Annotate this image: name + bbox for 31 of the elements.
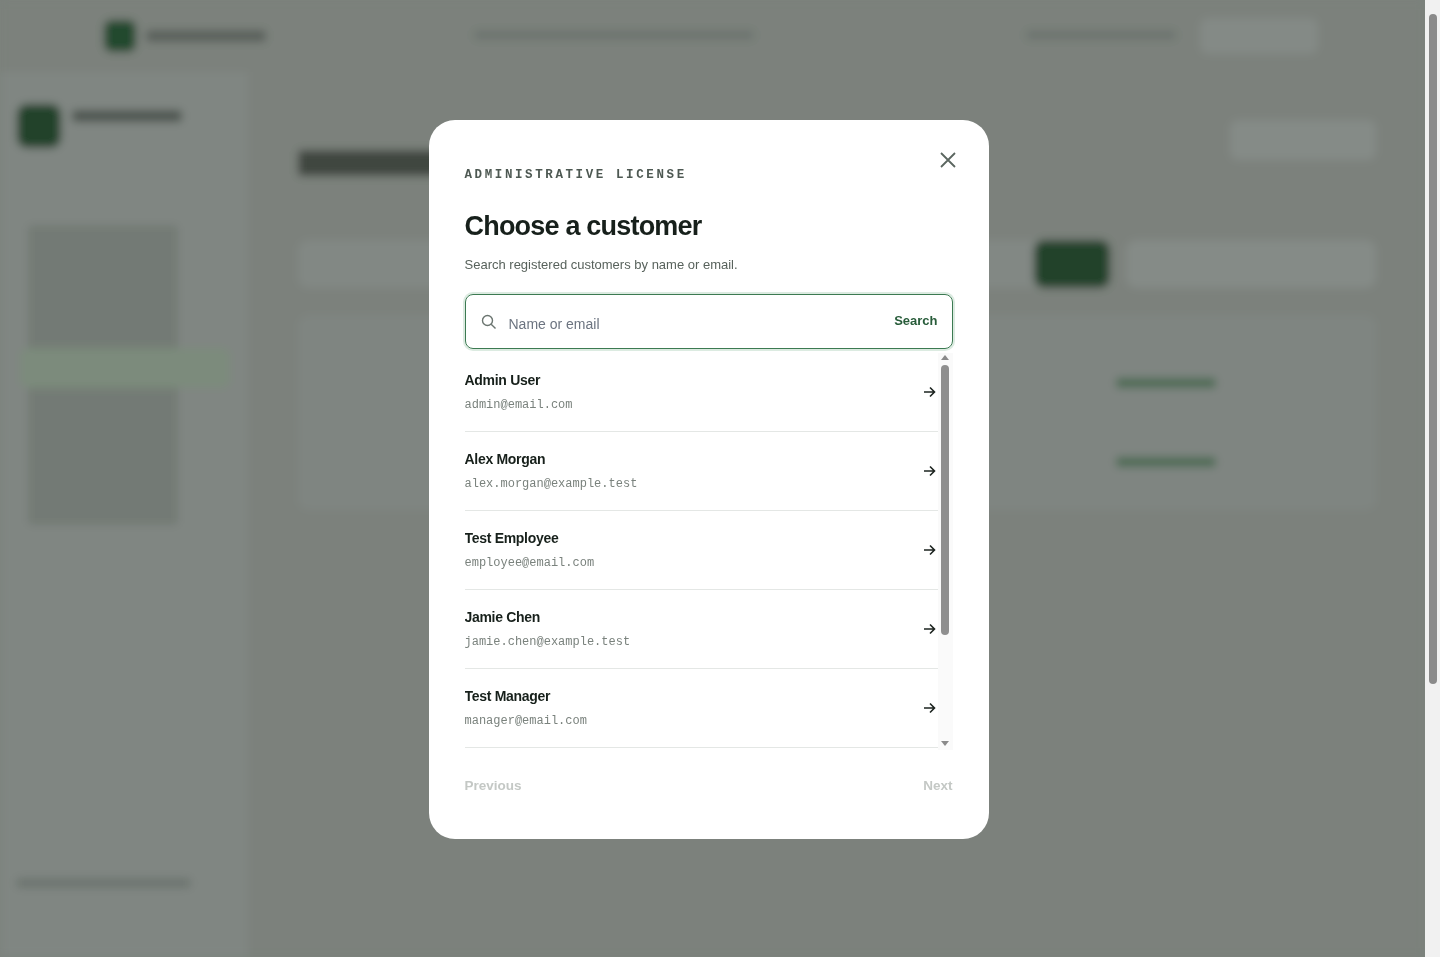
arrow-right-icon <box>922 386 936 398</box>
customer-name: Admin User <box>464 372 542 388</box>
arrow-right-icon <box>922 544 936 556</box>
arrow-right-icon <box>922 702 936 714</box>
close-icon[interactable] <box>938 151 957 169</box>
customer-email: employee@email.com <box>464 556 596 570</box>
search-button[interactable]: Search <box>894 313 938 328</box>
scrollbar[interactable] <box>937 353 953 750</box>
scrollbar[interactable] <box>1425 0 1440 957</box>
dialog-title: Choose a customer <box>464 210 703 242</box>
customer-email: manager@email.com <box>464 714 588 728</box>
customer-name: Jamie Chen <box>464 609 542 625</box>
customer-name: Alex Morgan <box>464 451 547 467</box>
arrow-right-icon <box>922 623 936 635</box>
customer-row[interactable]: Jamie Chen jamie.chen@example.test <box>464 590 938 669</box>
customer-name: Test Manager <box>464 688 552 704</box>
customer-name: Test Employee <box>464 530 560 546</box>
dialog-eyebrow: ADMINISTRATIVE LICENSE <box>464 168 688 182</box>
customer-row[interactable]: Test Manager manager@email.com <box>464 669 938 748</box>
scroll-down-icon[interactable] <box>940 740 950 748</box>
customer-row[interactable]: Admin User admin@email.com <box>464 353 938 432</box>
customer-email: admin@email.com <box>464 398 574 412</box>
scroll-up-icon[interactable] <box>940 353 950 361</box>
customer-row[interactable]: Alex Morgan alex.morgan@example.test <box>464 432 938 511</box>
search-icon <box>480 313 497 330</box>
customer-row[interactable]: Test Employee employee@email.com <box>464 511 938 590</box>
search-field[interactable]: Name or email Search <box>464 294 953 349</box>
customer-email: alex.morgan@example.test <box>464 477 639 491</box>
dialog-description: Search registered customers by name or email. <box>464 256 739 274</box>
customer-email: jamie.chen@example.test <box>464 635 632 649</box>
arrow-right-icon <box>922 465 936 477</box>
